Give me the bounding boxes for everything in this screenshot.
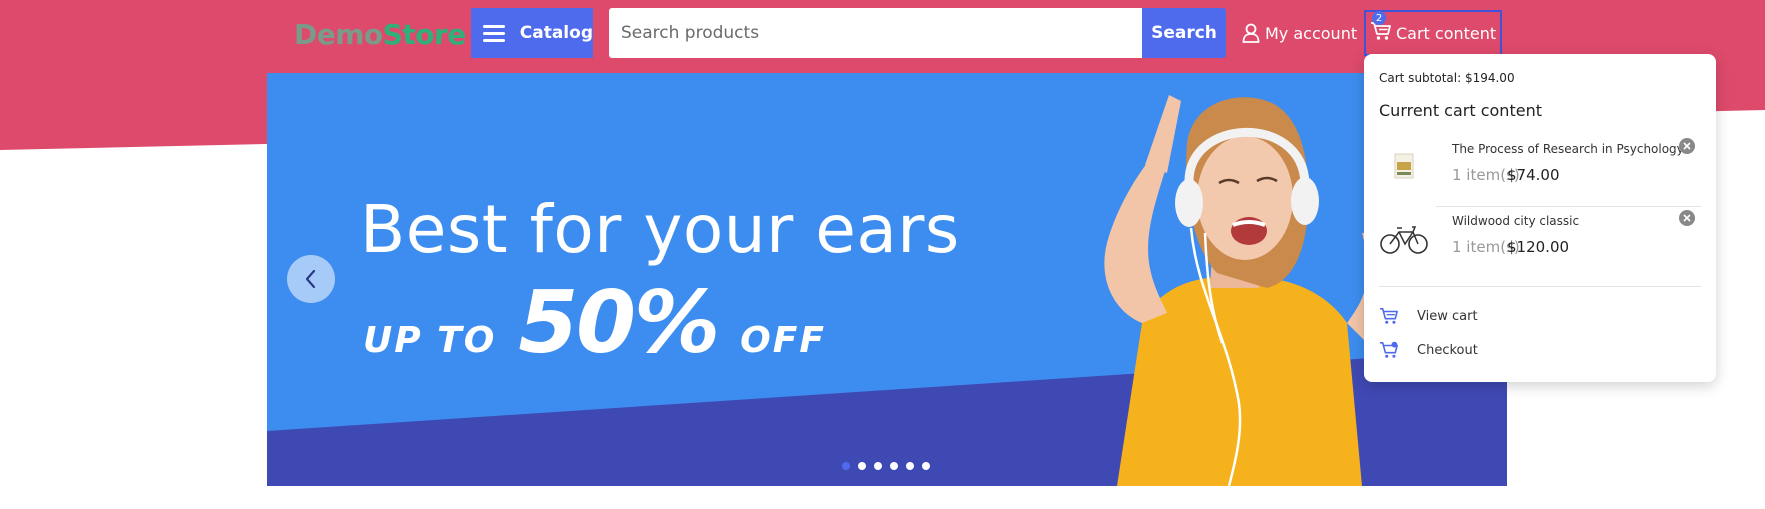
- cart-item-name[interactable]: The Process of Research in Psychology: [1452, 142, 1684, 156]
- carousel-dot[interactable]: [842, 462, 850, 470]
- cart-content-link[interactable]: 2 Cart content: [1364, 10, 1503, 56]
- hamburger-menu-icon: [483, 25, 505, 42]
- carousel-dot[interactable]: [906, 462, 914, 470]
- offer-suffix: OFF: [740, 320, 826, 361]
- cart-subtotal: Cart subtotal: $194.00: [1379, 71, 1515, 85]
- store-logo[interactable]: DemoStore: [294, 18, 466, 51]
- cart-item-price: $120.00: [1507, 238, 1570, 256]
- user-icon: [1242, 23, 1260, 43]
- search-input[interactable]: [609, 8, 1142, 58]
- actions-divider: [1379, 286, 1701, 287]
- hero-banner: Best for your ears UP TO 50% OFF: [267, 73, 1507, 486]
- book-thumbnail-icon[interactable]: [1379, 142, 1429, 192]
- carousel-prev-button[interactable]: [287, 255, 335, 303]
- page: DemoStore Catalog Search My account 2: [0, 0, 1765, 509]
- carousel-dot[interactable]: [922, 462, 930, 470]
- cart-item-price: $74.00: [1507, 166, 1560, 184]
- cart-count-badge: 2: [1372, 11, 1386, 25]
- bicycle-thumbnail-icon[interactable]: [1379, 214, 1429, 264]
- cart-item: The Process of Research in Psychology 1 …: [1379, 136, 1701, 200]
- catalog-label: Catalog: [519, 23, 593, 43]
- carousel-dot[interactable]: [890, 462, 898, 470]
- carousel-dot[interactable]: [858, 462, 866, 470]
- carousel-dot[interactable]: [874, 462, 882, 470]
- cart-item: Wildwood city classic 1 item(s) $120.00: [1379, 208, 1701, 272]
- view-cart-link[interactable]: View cart: [1379, 304, 1478, 328]
- close-icon: [1683, 214, 1691, 222]
- banner-title: Best for your ears: [360, 191, 960, 268]
- my-account-link[interactable]: My account: [1242, 8, 1357, 58]
- remove-item-button[interactable]: [1679, 210, 1695, 226]
- view-cart-label: View cart: [1417, 308, 1478, 324]
- header: DemoStore Catalog Search My account 2: [0, 8, 1765, 58]
- cart-heading: Current cart content: [1379, 101, 1542, 120]
- checkout-link[interactable]: Checkout: [1379, 338, 1478, 362]
- cart-content-label: Cart content: [1396, 23, 1497, 43]
- cart-icon: [1380, 307, 1398, 324]
- search-button[interactable]: Search: [1142, 8, 1226, 58]
- logo-text-store: Store: [382, 18, 467, 51]
- remove-item-button[interactable]: [1679, 138, 1695, 154]
- close-icon: [1683, 142, 1691, 150]
- my-account-label: My account: [1265, 23, 1358, 43]
- logo-text-demo: Demo: [294, 18, 383, 51]
- carousel-dots: [842, 462, 930, 470]
- catalog-button[interactable]: Catalog: [471, 8, 593, 58]
- checkout-cart-icon: [1380, 341, 1398, 358]
- offer-value: 50%: [518, 273, 720, 373]
- banner-offer: UP TO 50% OFF: [363, 273, 826, 373]
- offer-prefix: UP TO: [363, 320, 497, 361]
- cart-item-name[interactable]: Wildwood city classic: [1452, 214, 1579, 228]
- checkout-label: Checkout: [1417, 342, 1478, 358]
- chevron-left-icon: [305, 269, 316, 289]
- item-divider: [1436, 206, 1701, 207]
- cart-dropdown: Cart subtotal: $194.00 Current cart cont…: [1364, 54, 1716, 382]
